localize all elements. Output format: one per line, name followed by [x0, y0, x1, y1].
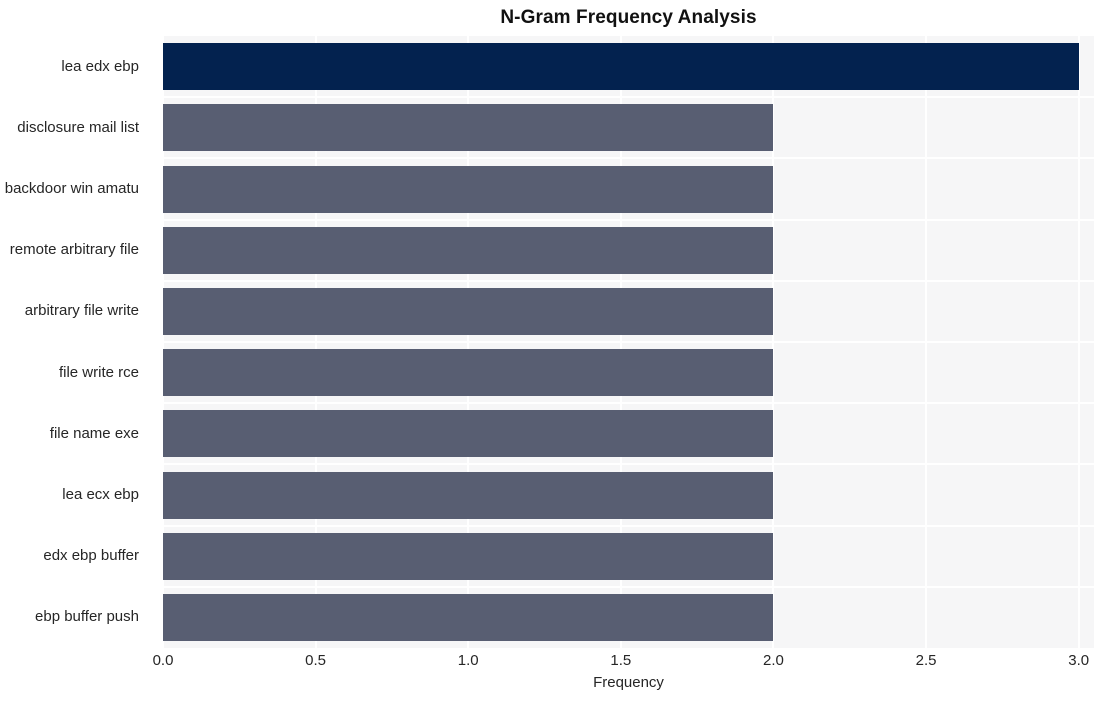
gridline-horizontal	[163, 341, 1094, 343]
x-axis-tick-label: 2.0	[763, 652, 784, 669]
y-axis-tick-label: arbitrary file write	[24, 302, 139, 320]
x-axis-label: Frequency	[593, 674, 664, 691]
y-axis-tick-label: file name exe	[49, 424, 139, 442]
bar	[163, 226, 774, 274]
bar	[163, 43, 1079, 91]
y-axis-tick-label: backdoor win amatu	[4, 180, 139, 197]
bar	[163, 165, 774, 213]
bar	[163, 471, 774, 519]
x-axis-tick-label: 1.5	[610, 652, 632, 669]
y-axis-tick-label: file write rce	[58, 363, 139, 381]
y-axis-tick-label: lea ecx ebp	[62, 486, 139, 503]
chart-figure: N-Gram Frequency Analysis lea edx ebp dis…	[0, 0, 1104, 701]
bar	[163, 349, 774, 397]
gridline-horizontal	[163, 524, 1094, 527]
y-axis-tick-label: lea edx ebp	[61, 57, 139, 75]
x-axis-tick-label: 2.5	[915, 652, 937, 669]
x-axis-tick-label: 3.0	[1068, 652, 1090, 669]
gridline-horizontal	[163, 402, 1094, 405]
bar	[163, 593, 774, 641]
plot-area	[163, 36, 1094, 648]
y-axis-tick-label: disclosure mail list	[17, 118, 139, 136]
bar	[163, 104, 774, 152]
x-axis-tick-label: 0.5	[305, 652, 327, 669]
bar	[163, 287, 774, 335]
y-axis-tick-label: ebp buffer push	[35, 608, 139, 626]
y-axis-tick-label: edx ebp buffer	[43, 547, 139, 565]
chart-title: N-Gram Frequency Analysis	[500, 7, 757, 28]
bar	[163, 532, 774, 580]
gridline-horizontal	[163, 279, 1094, 282]
gridline-horizontal	[163, 218, 1094, 221]
x-axis-tick-label: 0.0	[152, 652, 174, 669]
x-axis-tick-label: 1.0	[457, 652, 479, 669]
bar	[163, 410, 774, 458]
gridline-horizontal	[163, 96, 1094, 99]
gridline-horizontal	[163, 157, 1094, 160]
gridline-horizontal	[163, 463, 1094, 466]
y-axis-tick-label: remote arbitrary file	[9, 241, 139, 259]
gridline-horizontal	[163, 585, 1094, 588]
